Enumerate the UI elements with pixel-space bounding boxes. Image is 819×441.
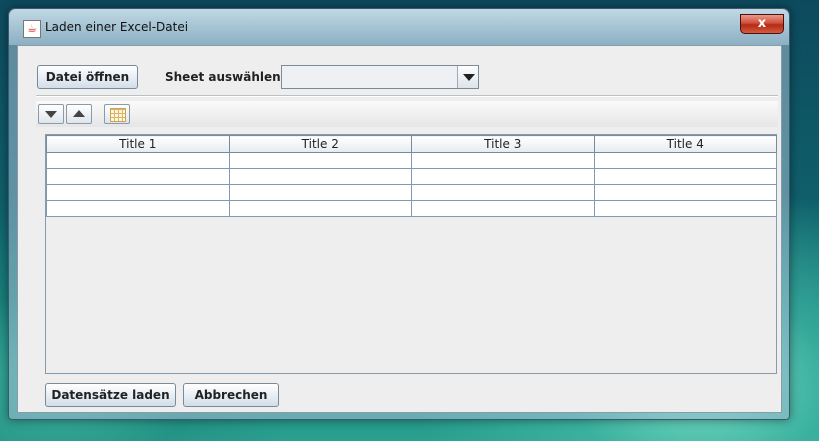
column-header-3[interactable]: Title 3	[411, 135, 595, 153]
table-row[interactable]	[46, 200, 777, 217]
move-up-button[interactable]	[66, 104, 92, 124]
triangle-down-icon	[45, 111, 57, 118]
table-settings-button[interactable]	[104, 104, 130, 124]
window-title: Laden einer Excel-Datei	[45, 20, 189, 34]
load-records-button[interactable]: Datensätze laden	[45, 383, 176, 407]
table-row[interactable]	[46, 168, 777, 185]
table-cell[interactable]	[228, 168, 412, 185]
dialog-window: ☕ Laden einer Excel-Datei x Datei öffnen…	[8, 8, 790, 420]
dialog-content: Datei öffnen Sheet auswählen: Title 1 Ti…	[17, 45, 782, 413]
java-icon: ☕	[23, 20, 41, 38]
table-cell[interactable]	[593, 152, 777, 169]
table-cell[interactable]	[46, 184, 230, 201]
table-cell[interactable]	[593, 168, 777, 185]
toolbar	[36, 101, 778, 127]
cancel-button[interactable]: Abbrechen	[183, 383, 279, 407]
table-grid-icon	[110, 108, 126, 122]
table-cell[interactable]	[411, 168, 595, 185]
table-cell[interactable]	[228, 200, 412, 217]
table-cell[interactable]	[411, 200, 595, 217]
title-bar[interactable]: ☕ Laden einer Excel-Datei x	[9, 9, 789, 45]
table-cell[interactable]	[411, 152, 595, 169]
table-cell[interactable]	[228, 184, 412, 201]
data-table: Title 1 Title 2 Title 3 Title 4	[46, 135, 777, 217]
table-cell[interactable]	[46, 200, 230, 217]
table-cell[interactable]	[411, 184, 595, 201]
column-header-2[interactable]: Title 2	[228, 135, 412, 153]
chevron-down-icon	[463, 74, 475, 81]
table-cell[interactable]	[46, 168, 230, 185]
triangle-up-icon	[73, 110, 85, 117]
sheet-select-combo[interactable]	[281, 65, 479, 89]
column-header-1[interactable]: Title 1	[46, 135, 230, 153]
column-header-4[interactable]: Title 4	[593, 135, 777, 153]
sheet-select-label: Sheet auswählen:	[165, 70, 286, 84]
table-cell[interactable]	[46, 152, 230, 169]
table-cell[interactable]	[228, 152, 412, 169]
open-file-button[interactable]: Datei öffnen	[37, 65, 138, 89]
table-row[interactable]	[46, 184, 777, 201]
close-button[interactable]: x	[740, 14, 784, 34]
separator	[36, 95, 778, 97]
combo-dropdown-button[interactable]	[457, 66, 478, 88]
move-down-button[interactable]	[38, 104, 64, 124]
table-cell[interactable]	[593, 200, 777, 217]
data-table-scrollpane[interactable]: Title 1 Title 2 Title 3 Title 4	[45, 134, 777, 374]
table-row[interactable]	[46, 152, 777, 169]
table-cell[interactable]	[593, 184, 777, 201]
